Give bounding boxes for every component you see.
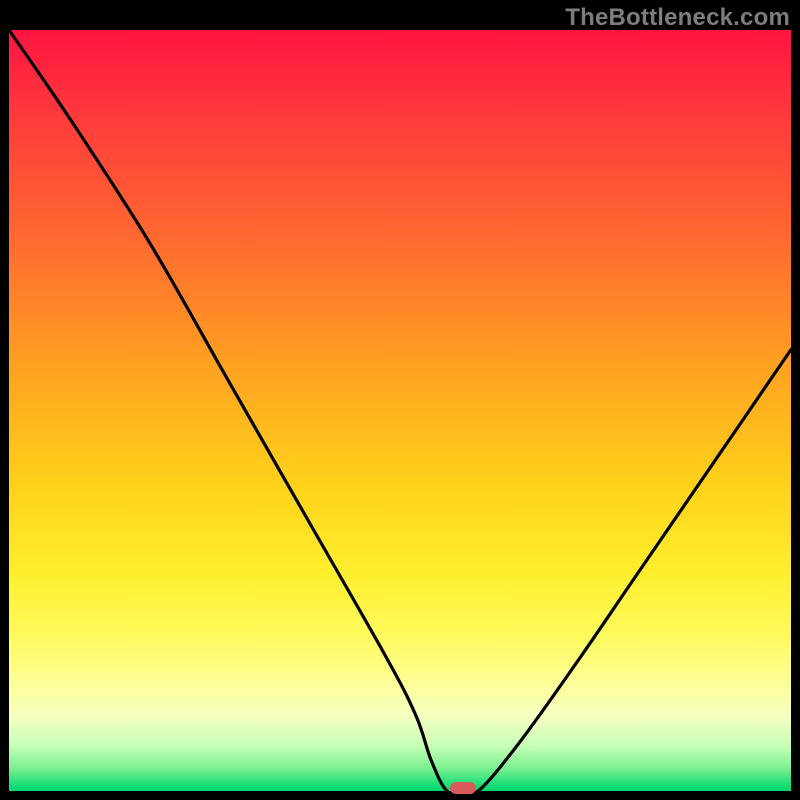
optimum-marker: [450, 782, 476, 794]
bottleneck-curve-path: [9, 30, 791, 795]
curve-svg: [9, 30, 791, 791]
chart-frame: TheBottleneck.com: [0, 0, 800, 800]
plot-area: [9, 30, 791, 791]
watermark-text: TheBottleneck.com: [565, 4, 790, 32]
